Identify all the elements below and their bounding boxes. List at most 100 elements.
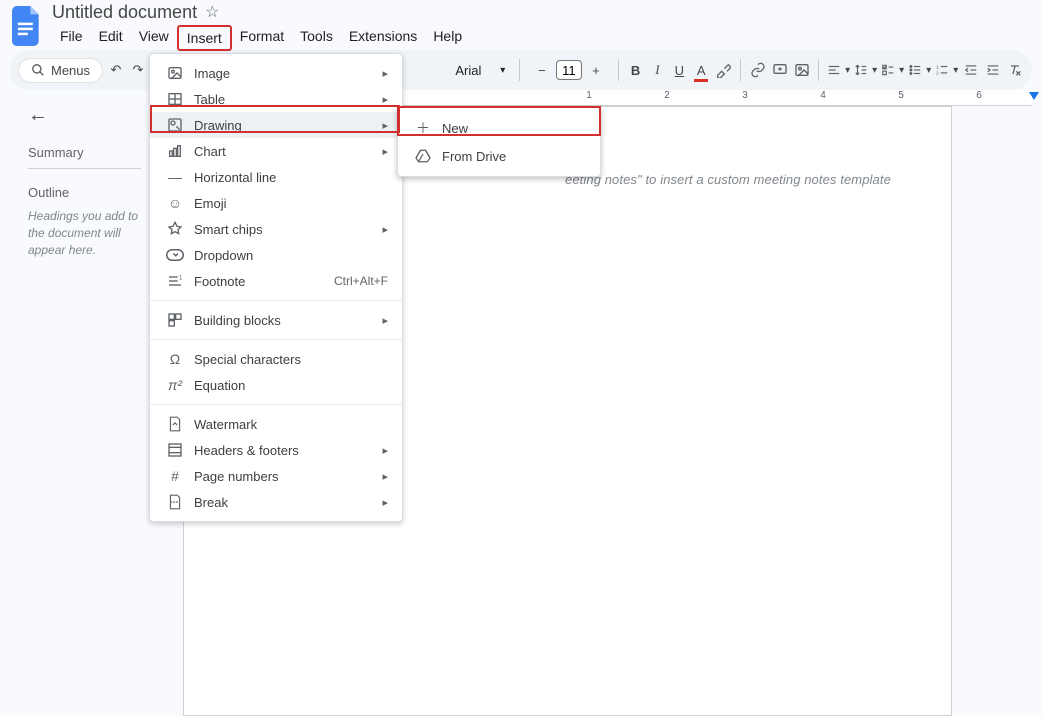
horizontal-line-icon: — (164, 169, 186, 185)
insert-drawing[interactable]: Drawing▸ (150, 112, 402, 138)
insert-image-button[interactable] (793, 56, 811, 84)
insert-chart[interactable]: Chart▸ (150, 138, 402, 164)
svg-text:2: 2 (936, 71, 939, 76)
outline-sidebar: ← Summary Outline Headings you add to th… (0, 90, 155, 516)
chevron-right-icon: ▸ (382, 444, 388, 457)
line-spacing-button[interactable] (854, 56, 877, 84)
insert-watermark[interactable]: Watermark (150, 411, 402, 437)
insert-headers-footers[interactable]: Headers & footers▸ (150, 437, 402, 463)
menu-insert[interactable]: Insert (177, 25, 232, 51)
collapse-outline-icon[interactable]: ← (28, 104, 141, 127)
align-button[interactable] (827, 56, 850, 84)
menu-view[interactable]: View (131, 25, 177, 51)
checklist-button[interactable] (881, 56, 904, 84)
footnote-icon: 1 (164, 273, 186, 289)
redo-button[interactable]: ↷ (129, 56, 147, 84)
chevron-right-icon: ▸ (382, 496, 388, 509)
text-color-button[interactable]: A (692, 56, 710, 84)
increase-size-button[interactable]: + (582, 56, 610, 84)
template-hint-text: eeting notes" to insert a custom meeting… (565, 172, 891, 187)
bold-button[interactable]: B (627, 56, 645, 84)
outline-hint: Headings you add to the document will ap… (28, 208, 141, 258)
add-comment-button[interactable] (771, 56, 789, 84)
drive-icon (412, 149, 434, 163)
menu-edit[interactable]: Edit (91, 25, 131, 51)
outline-heading: Outline (28, 185, 141, 200)
highlight-button[interactable] (714, 56, 732, 84)
search-icon (31, 63, 45, 77)
chevron-right-icon: ▸ (382, 223, 388, 236)
bulleted-list-button[interactable] (908, 56, 931, 84)
italic-button[interactable]: I (648, 56, 666, 84)
shortcut-label: Ctrl+Alt+F (334, 274, 388, 288)
insert-footnote[interactable]: 1FootnoteCtrl+Alt+F (150, 268, 402, 294)
insert-smart-chips[interactable]: Smart chips▸ (150, 216, 402, 242)
svg-text:1: 1 (179, 276, 183, 282)
insert-link-button[interactable] (749, 56, 767, 84)
menu-file[interactable]: File (52, 25, 91, 51)
font-size-input[interactable] (556, 60, 582, 80)
break-icon (164, 494, 186, 510)
drawing-new[interactable]: ＋New (398, 114, 600, 142)
insert-page-numbers[interactable]: #Page numbers▸ (150, 463, 402, 489)
insert-dropdown[interactable]: Dropdown (150, 242, 402, 268)
chevron-right-icon: ▸ (382, 145, 388, 158)
watermark-icon (164, 416, 186, 432)
chevron-right-icon: ▸ (382, 119, 388, 132)
svg-text:1: 1 (936, 64, 939, 69)
menu-format[interactable]: Format (232, 25, 292, 51)
menu-help[interactable]: Help (425, 25, 470, 51)
ruler-tick: 6 (976, 90, 982, 101)
decrease-size-button[interactable]: − (528, 56, 556, 84)
ruler-tick: 4 (820, 90, 826, 101)
image-icon (164, 65, 186, 81)
star-icon[interactable]: ☆ (205, 2, 219, 22)
ruler-tick: 3 (742, 90, 748, 101)
dropdown-icon (164, 249, 186, 261)
ruler-tick: 5 (898, 90, 904, 101)
insert-emoji[interactable]: ☺Emoji (150, 190, 402, 216)
undo-button[interactable]: ↶ (107, 56, 125, 84)
search-menus[interactable]: Menus (18, 58, 103, 83)
smart-chips-icon (164, 221, 186, 237)
decrease-indent-button[interactable] (962, 56, 980, 84)
search-label: Menus (51, 63, 90, 78)
menubar: File Edit View Insert Format Tools Exten… (52, 25, 470, 51)
clear-formatting-button[interactable] (1006, 56, 1024, 84)
headers-footers-icon (164, 442, 186, 458)
equation-icon: π² (164, 377, 186, 393)
insert-table[interactable]: Table▸ (150, 86, 402, 112)
menu-tools[interactable]: Tools (292, 25, 341, 51)
emoji-icon: ☺ (164, 195, 186, 211)
table-icon (164, 91, 186, 107)
insert-building-blocks[interactable]: Building blocks▸ (150, 307, 402, 333)
doc-title[interactable]: Untitled document (52, 2, 197, 23)
docs-logo[interactable] (8, 7, 46, 45)
page-numbers-icon: # (164, 468, 186, 484)
summary-heading: Summary (28, 145, 141, 160)
ruler-tick: 2 (664, 90, 670, 101)
font-family-select[interactable]: Arial▾ (449, 63, 511, 78)
insert-break[interactable]: Break▸ (150, 489, 402, 515)
insert-equation[interactable]: π²Equation (150, 372, 402, 398)
insert-image[interactable]: Image▸ (150, 60, 402, 86)
chevron-right-icon: ▸ (382, 93, 388, 106)
numbered-list-button[interactable]: 12 (935, 56, 958, 84)
building-blocks-icon (164, 312, 186, 328)
drawing-from-drive[interactable]: From Drive (398, 142, 600, 170)
chevron-right-icon: ▸ (382, 470, 388, 483)
drawing-submenu: ＋New From Drive (397, 107, 601, 177)
font-family-label: Arial (455, 63, 481, 78)
menu-extensions[interactable]: Extensions (341, 25, 425, 51)
chevron-right-icon: ▸ (382, 314, 388, 327)
underline-button[interactable]: U (670, 56, 688, 84)
increase-indent-button[interactable] (984, 56, 1002, 84)
right-margin-marker[interactable] (1029, 92, 1039, 100)
chart-icon (164, 143, 186, 159)
plus-icon: ＋ (412, 118, 434, 138)
omega-icon: Ω (164, 351, 186, 367)
insert-special-characters[interactable]: ΩSpecial characters (150, 346, 402, 372)
drawing-icon (164, 117, 186, 133)
insert-horizontal-line[interactable]: —Horizontal line (150, 164, 402, 190)
ruler-tick: 1 (586, 90, 592, 101)
